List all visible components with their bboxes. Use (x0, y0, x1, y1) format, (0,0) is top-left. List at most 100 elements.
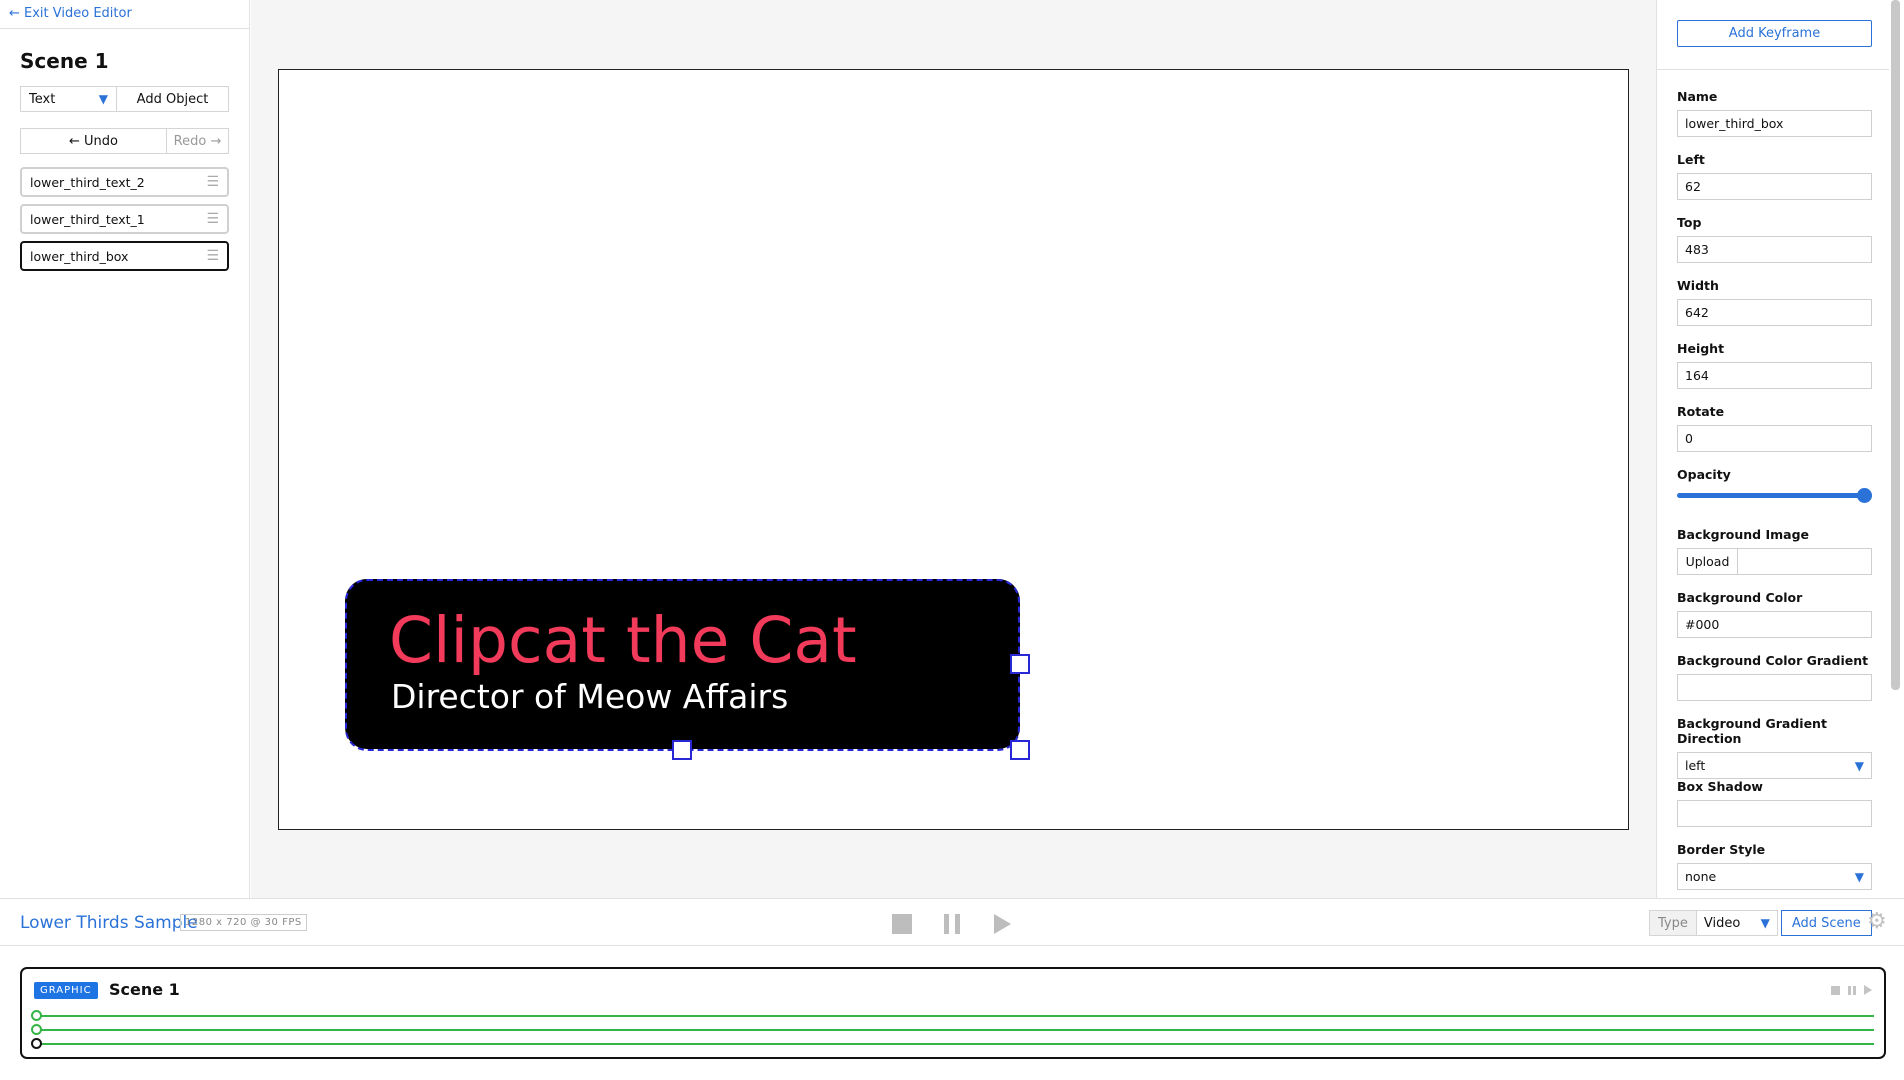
prop-bg-image: Background Image Upload (1677, 527, 1872, 575)
properties-panel: Add Keyframe Name lower_third_box Left 6… (1656, 0, 1904, 898)
play-icon[interactable] (1864, 985, 1872, 995)
prop-bg-gradient-direction: Background Gradient Direction left ▼ (1677, 716, 1872, 779)
timeline-scene-name: Scene 1 (109, 980, 180, 999)
scene-title: Scene 1 (20, 49, 109, 73)
gradient-direction-select[interactable]: left ▼ (1677, 752, 1872, 779)
name-field[interactable]: lower_third_box (1677, 110, 1872, 137)
prop-left: Left 62 (1677, 152, 1872, 200)
chevron-down-icon: ▼ (1854, 869, 1864, 884)
pause-icon[interactable] (944, 914, 960, 934)
timeline-track[interactable] (31, 1024, 1874, 1035)
play-icon[interactable] (994, 914, 1011, 934)
add-object-row: Text ▼ Add Object (20, 86, 229, 112)
add-object-button[interactable]: Add Object (117, 87, 228, 111)
keyframe-dot[interactable] (31, 1024, 42, 1035)
layer-item[interactable]: lower_third_text_1 ☰ (20, 204, 229, 234)
prop-bg-gradient: Background Color Gradient (1677, 653, 1872, 701)
resize-handle-bottom-right[interactable] (1010, 740, 1030, 760)
type-label: Type (1649, 910, 1697, 936)
resize-handle-bottom[interactable] (672, 740, 692, 760)
bottom-toolbar: Lower Thirds Sample 1280 x 720 @ 30 FPS … (0, 898, 1904, 946)
lower-third-subtitle[interactable]: Director of Meow Affairs (391, 677, 788, 716)
chevron-down-icon: ▼ (1760, 916, 1770, 930)
prop-label: Background Image (1677, 527, 1810, 542)
height-field[interactable]: 164 (1677, 362, 1872, 389)
drag-handle-icon[interactable]: ☰ (206, 174, 219, 190)
divider (1657, 69, 1889, 70)
prop-opacity: Opacity (1677, 467, 1872, 503)
border-style-select[interactable]: none ▼ (1677, 863, 1872, 890)
prop-rotate: Rotate 0 (1677, 404, 1872, 452)
width-field[interactable]: 642 (1677, 299, 1872, 326)
prop-top: Top 483 (1677, 215, 1872, 263)
bg-gradient-field[interactable] (1677, 674, 1872, 701)
drag-handle-icon[interactable]: ☰ (206, 248, 219, 264)
scene-type-select[interactable]: Video ▼ (1696, 910, 1778, 936)
resize-handle-right[interactable] (1010, 654, 1030, 674)
gear-icon[interactable]: ⚙ (1867, 909, 1887, 934)
upload-button[interactable]: Upload (1678, 549, 1738, 574)
scene-timeline[interactable]: GRAPHIC Scene 1 (20, 967, 1886, 1059)
prop-label: Opacity (1677, 467, 1731, 482)
keyframe-dot[interactable] (31, 1038, 42, 1049)
undo-button[interactable]: ← Undo (21, 129, 167, 153)
prop-width: Width 642 (1677, 278, 1872, 326)
layer-item-selected[interactable]: lower_third_box ☰ (20, 241, 229, 271)
select-value: Video (1703, 915, 1741, 931)
exit-video-editor-link[interactable]: ← Exit Video Editor (9, 6, 132, 21)
stop-icon[interactable] (1831, 985, 1840, 995)
add-scene-button[interactable]: Add Scene (1780, 910, 1872, 936)
prop-name: Name lower_third_box (1677, 89, 1872, 137)
slider-track[interactable] (1677, 493, 1872, 498)
bg-color-field[interactable]: #000 (1677, 611, 1872, 638)
prop-label: Background Color Gradient (1677, 653, 1869, 668)
scene-type-badge: GRAPHIC (34, 982, 98, 999)
rotate-field[interactable]: 0 (1677, 425, 1872, 452)
divider (0, 28, 249, 29)
bg-image-upload: Upload (1677, 548, 1872, 575)
timeline-track[interactable] (31, 1038, 1874, 1049)
undo-redo-row: ← Undo Redo → (20, 128, 229, 154)
add-keyframe-button[interactable]: Add Keyframe (1677, 20, 1872, 47)
prop-label: Background Color (1677, 590, 1803, 605)
opacity-slider[interactable] (1677, 488, 1872, 503)
prop-label: Name (1677, 89, 1718, 104)
object-type-value: Text (29, 91, 56, 107)
lower-third-title[interactable]: Clipcat the Cat (389, 604, 857, 677)
left-sidebar: ← Exit Video Editor Scene 1 Text ▼ Add O… (0, 0, 250, 898)
pause-icon[interactable] (1848, 985, 1856, 995)
drag-handle-icon[interactable]: ☰ (206, 211, 219, 227)
box-shadow-field[interactable] (1677, 800, 1872, 827)
prop-label: Background Gradient Direction (1677, 716, 1827, 746)
left-field[interactable]: 62 (1677, 173, 1872, 200)
project-name[interactable]: Lower Thirds Sample (20, 913, 198, 933)
layer-item[interactable]: lower_third_text_2 ☰ (20, 167, 229, 197)
scene-playback-controls (1831, 985, 1872, 995)
redo-button[interactable]: Redo → (167, 129, 228, 153)
layer-list: lower_third_text_2 ☰ lower_third_text_1 … (20, 167, 229, 278)
select-value: left (1685, 758, 1706, 773)
prop-label: Rotate (1677, 404, 1725, 419)
prop-label: Height (1677, 341, 1725, 356)
prop-border-style: Border Style none ▼ (1677, 842, 1872, 890)
layer-name: lower_third_text_2 (30, 174, 145, 190)
prop-label: Box Shadow (1677, 779, 1763, 794)
object-type-select[interactable]: Text ▼ (21, 87, 117, 111)
scrollbar[interactable] (1891, 0, 1900, 690)
prop-label: Width (1677, 278, 1719, 293)
top-field[interactable]: 483 (1677, 236, 1872, 263)
timeline-track[interactable] (31, 1010, 1874, 1021)
prop-bg-color: Background Color #000 (1677, 590, 1872, 638)
stop-icon[interactable] (892, 914, 912, 934)
keyframe-dot[interactable] (31, 1010, 42, 1021)
slider-thumb[interactable] (1857, 488, 1872, 503)
layer-name: lower_third_box (30, 248, 129, 264)
project-meta-badge: 1280 x 720 @ 30 FPS (180, 914, 307, 931)
bg-image-field[interactable] (1738, 549, 1871, 574)
scene-type-group: Type Video ▼ Add Scene (1649, 910, 1872, 936)
chevron-down-icon: ▼ (1854, 758, 1864, 773)
prop-box-shadow: Box Shadow (1677, 779, 1872, 827)
prop-label: Top (1677, 215, 1702, 230)
chevron-down-icon: ▼ (98, 92, 108, 106)
layer-name: lower_third_text_1 (30, 211, 145, 227)
